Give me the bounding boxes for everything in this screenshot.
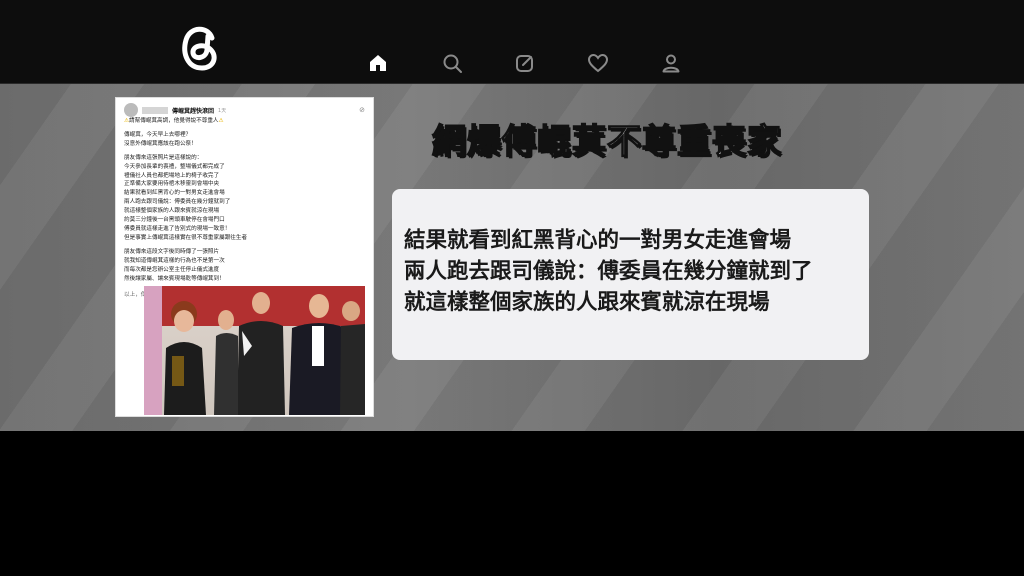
news-graphic-panel: 傳崐萁趕快滾回 1天 ⊘ ⚠請幫傳崐萁高調，他覺得說不尊重人⚠ 傳崐萁，今天早上… <box>0 84 1024 431</box>
post-line: 兩人跑去跟司儀說：傅委員在幾分鐘就到了 <box>124 199 231 206</box>
threads-top-bar <box>0 0 1024 84</box>
threads-logo-icon[interactable] <box>172 16 226 74</box>
post-line: 就我知道傳崐萁這樣的行為也不是第一次 <box>124 257 225 264</box>
blurred-name <box>142 106 168 114</box>
post-header: 傳崐萁趕快滾回 1天 ⊘ <box>124 103 365 117</box>
post-photo <box>144 286 365 415</box>
post-line: 朋友傳來這張照片是這樣說的： <box>124 154 203 161</box>
post-line: 而每次都是您辦公室主任停止儀式進度 <box>124 266 220 273</box>
avatar <box>124 103 138 117</box>
post-line: 約莫三分鐘後一台黑頭車駛停在會場門口 <box>124 217 225 224</box>
post-warning-line: ⚠請幫傳崐萁高調，他覺得說不尊重人⚠ <box>124 117 365 126</box>
post-line: 正準備大家要用待棺木移靈到會場中央 <box>124 181 220 188</box>
quote-line: 就這樣整個家族的人跟來賓就涼在現場 <box>404 290 770 315</box>
profile-icon[interactable] <box>660 52 684 76</box>
post-line: 然後讓家屬、讓來賓現場乾等傳崐萁到！ <box>124 275 225 282</box>
home-icon[interactable] <box>367 52 391 76</box>
more-icon: ⊘ <box>359 106 365 114</box>
post-line: 朋友傳來這段文字後同時傳了一張照片 <box>124 248 220 255</box>
post-line: 就這樣整個家族的人跟來賓就涼在現場 <box>124 208 220 215</box>
compose-icon[interactable] <box>514 52 538 76</box>
threads-post-screenshot: 傳崐萁趕快滾回 1天 ⊘ ⚠請幫傳崐萁高調，他覺得說不尊重人⚠ 傳崐萁，今天早上… <box>115 97 374 417</box>
post-line: 傳崐萁，今天早上去哪裡？ <box>124 131 192 138</box>
post-line: 傅委員就這樣走進了告別式的現場一致意！ <box>124 225 231 232</box>
post-line: 沒意外傳崐萁應該在跑公祭！ <box>124 140 197 147</box>
quote-line: 兩人跑去跟司儀說：傅委員在幾分鐘就到了 <box>404 259 813 284</box>
post-line: 禮儀社人員也都把場地上的椅子收完了 <box>124 172 220 179</box>
warning-icon: ⚠ <box>218 118 224 124</box>
quote-box: 結果就看到紅黑背心的一對男女走進會場 兩人跑去跟司儀說：傅委員在幾分鐘就到了 就… <box>392 189 869 360</box>
post-line: 結果就看到紅黑背心的一對男女走進會場 <box>124 190 225 197</box>
post-time: 1天 <box>218 107 227 114</box>
post-line: 但是事實上傳崐萁這樣實在很不尊重家屬跟往生者 <box>124 234 248 241</box>
post-username: 傳崐萁趕快滾回 <box>172 107 215 115</box>
quote-line: 結果就看到紅黑背心的一對男女走進會場 <box>404 228 792 253</box>
warning-text: 請幫傳崐萁高調，他覺得說不尊重人 <box>129 118 219 124</box>
post-line: 今天參加長輩的喪禮，整場儀式都完成了 <box>124 163 225 170</box>
heart-icon[interactable] <box>587 52 611 76</box>
headline: 網爆傅崐萁不尊重喪家 <box>431 121 782 163</box>
search-icon[interactable] <box>441 52 465 76</box>
